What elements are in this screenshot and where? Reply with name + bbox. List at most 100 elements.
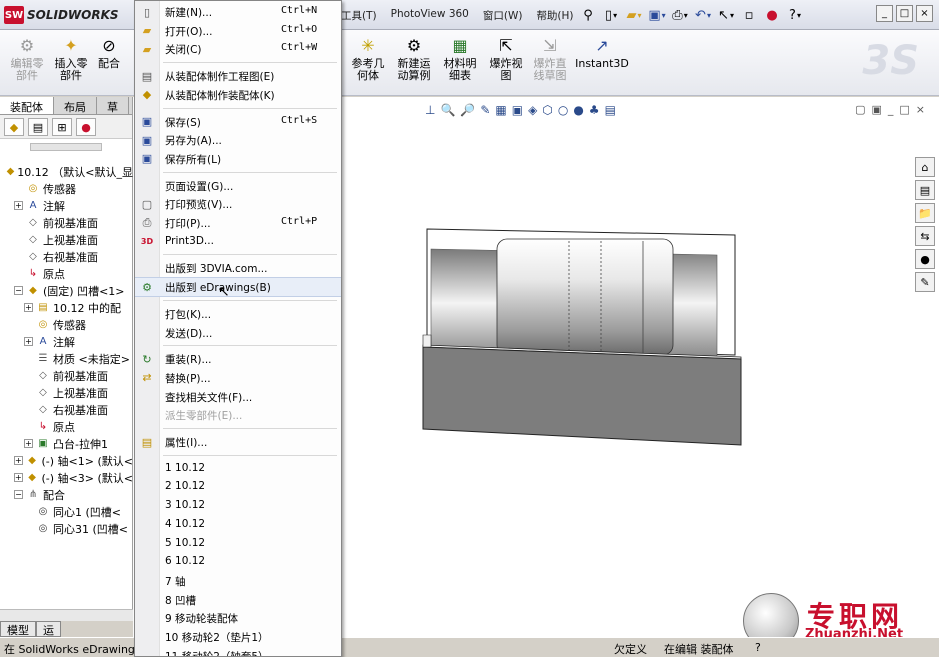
tab-assembly[interactable]: 装配体: [0, 97, 54, 114]
instant3d-button[interactable]: ↗ Instant3D: [574, 36, 630, 70]
task-pane-tab-icon[interactable]: 📁: [915, 203, 935, 223]
menu-item-3[interactable]: 帮助(H): [531, 6, 578, 25]
tree-item[interactable]: ◇ 右视基准面: [0, 401, 133, 418]
expand-toggle[interactable]: −: [14, 490, 23, 499]
tree-item[interactable]: + ▤ 10.12 中的配: [0, 299, 133, 316]
expand-toggle[interactable]: −: [14, 286, 23, 295]
viewport-window-icon[interactable]: ×: [916, 103, 925, 116]
expand-toggle[interactable]: +: [14, 201, 23, 210]
file-menu-item[interactable]: ⎙ 打印(P)... Ctrl+P: [135, 214, 341, 232]
tree-item[interactable]: ◎ 传感器: [0, 180, 133, 197]
fm-filter-bar[interactable]: [30, 143, 102, 151]
expand-toggle[interactable]: +: [24, 303, 33, 312]
menu-item-2[interactable]: 窗口(W): [478, 6, 528, 25]
file-menu-item[interactable]: 发送(D)...: [135, 324, 341, 342]
file-menu-item[interactable]: 7 轴: [135, 572, 341, 590]
tree-item[interactable]: ◎ 同心31 (凹槽<: [0, 520, 133, 537]
new-motion-study-button[interactable]: ⚙ 新建运 动算例: [392, 36, 436, 82]
tree-item[interactable]: ◇ 右视基准面: [0, 248, 133, 265]
viewport-window-icon[interactable]: ▣: [871, 103, 881, 116]
file-menu-item[interactable]: ↻ 重装(R)...: [135, 350, 341, 368]
explode-line-sketch-button[interactable]: ⇲ 爆炸直 线草图: [528, 36, 572, 82]
file-menu-item[interactable]: 2 10.12: [135, 478, 341, 496]
file-menu-item[interactable]: 3 10.12: [135, 497, 341, 515]
tree-item[interactable]: ◇ 前视基准面: [0, 367, 133, 384]
tree-item[interactable]: ◎ 同心1 (凹槽<: [0, 503, 133, 520]
menu-item-0[interactable]: 工具(T): [336, 6, 382, 25]
horizontal-scrollbar[interactable]: [0, 609, 133, 621]
select-filter-icon[interactable]: ▫: [739, 5, 759, 25]
file-menu-item[interactable]: 打包(K)...: [135, 305, 341, 323]
file-menu-item[interactable]: ◆ 从装配体制作装配体(K): [135, 86, 341, 104]
view-tool-icon[interactable]: ◈: [528, 103, 537, 117]
print-icon[interactable]: ⎙: [670, 5, 690, 25]
pin-icon[interactable]: ⚲: [578, 5, 598, 25]
assembly-model[interactable]: [417, 217, 747, 447]
view-tool-icon[interactable]: ✎: [480, 103, 490, 117]
select-arrow-icon[interactable]: ↖: [716, 5, 736, 25]
tab-motion[interactable]: 运: [36, 621, 61, 637]
file-menu-item[interactable]: 查找相关文件(F)...: [135, 388, 341, 406]
config-manager-icon[interactable]: ⊞: [52, 118, 72, 136]
file-menu-item[interactable]: 4 10.12: [135, 516, 341, 534]
help-icon[interactable]: ?: [785, 5, 805, 25]
task-pane-tab-icon[interactable]: ✎: [915, 272, 935, 292]
tree-item[interactable]: + ◆ (-) 轴<3> (默认<: [0, 469, 133, 486]
file-menu-item[interactable]: ▢ 打印预览(V)...: [135, 195, 341, 213]
file-menu-item[interactable]: 10 移动轮2（垫片1）: [135, 628, 341, 646]
feature-manager-icon[interactable]: ◆: [4, 118, 24, 136]
file-menu-item[interactable]: ▣ 保存所有(L): [135, 150, 341, 168]
solidworks-logo[interactable]: SW SOLIDWORKS: [4, 5, 130, 25]
view-tool-icon[interactable]: ○: [558, 103, 568, 117]
expand-toggle[interactable]: +: [24, 439, 33, 448]
file-menu-item[interactable]: ⇄ 替换(P)...: [135, 369, 341, 387]
file-menu-item[interactable]: 3D Print3D...: [135, 233, 341, 251]
file-menu-item[interactable]: 5 10.12: [135, 535, 341, 553]
new-doc-icon[interactable]: ▯: [601, 5, 621, 25]
tree-item[interactable]: + A 注解: [0, 333, 133, 350]
maximize-button[interactable]: □: [896, 5, 913, 22]
file-menu-item[interactable]: 8 凹槽: [135, 591, 341, 609]
undo-icon[interactable]: ↶: [693, 5, 713, 25]
appearance-manager-icon[interactable]: ●: [76, 118, 96, 136]
file-menu-item[interactable]: ▣ 另存为(A)...: [135, 131, 341, 149]
viewport-window-icon[interactable]: □: [899, 103, 909, 116]
rebuild-traffic-light-icon[interactable]: ●: [762, 5, 782, 25]
insert-component-button[interactable]: ✦ 插入零 部件: [50, 36, 92, 82]
file-menu-item[interactable]: 6 10.12: [135, 553, 341, 571]
tree-item[interactable]: ◇ 上视基准面: [0, 231, 133, 248]
tree-item[interactable]: + ◆ (-) 轴<1> (默认<: [0, 452, 133, 469]
file-menu-item[interactable]: 11 移动轮2（轴套5）: [135, 647, 341, 656]
bill-of-materials-button[interactable]: ▦ 材料明 细表: [438, 36, 482, 82]
file-menu-item[interactable]: ▤ 属性(I)...: [135, 433, 341, 451]
view-tool-icon[interactable]: ●: [573, 103, 583, 117]
open-folder-icon[interactable]: ▰: [624, 5, 644, 25]
save-icon[interactable]: ▣: [647, 5, 667, 25]
tree-item[interactable]: ↳ 原点: [0, 418, 133, 435]
view-tool-icon[interactable]: ⊥: [425, 103, 435, 117]
mate-button[interactable]: ⊘ 配合: [94, 36, 124, 70]
viewport-window-icon[interactable]: ▢: [855, 103, 865, 116]
tree-item[interactable]: ◎ 传感器: [0, 316, 133, 333]
view-tool-icon[interactable]: ♣: [589, 103, 600, 117]
task-pane-tab-icon[interactable]: ⇆: [915, 226, 935, 246]
tree-item[interactable]: + A 注解: [0, 197, 133, 214]
file-menu-item[interactable]: ▣ 保存(S) Ctrl+S: [135, 113, 341, 131]
file-menu-item[interactable]: 出版到 3DVIA.com...: [135, 259, 341, 277]
tree-item[interactable]: ◇ 上视基准面: [0, 384, 133, 401]
file-menu-item[interactable]: ⚙ 出版到 eDrawings(B): [135, 277, 341, 298]
viewport-window-icon[interactable]: _: [888, 103, 894, 116]
file-menu-item[interactable]: ▤ 从装配体制作工程图(E): [135, 67, 341, 85]
status-help-icon[interactable]: ?: [755, 641, 761, 654]
view-tool-icon[interactable]: ⬡: [542, 103, 552, 117]
file-menu-item[interactable]: ▰ 关闭(C) Ctrl+W: [135, 40, 341, 58]
view-tool-icon[interactable]: 🔎: [460, 103, 475, 117]
task-pane-tab-icon[interactable]: ●: [915, 249, 935, 269]
tab-layout[interactable]: 布局: [54, 97, 97, 114]
file-menu-item[interactable]: 1 10.12: [135, 460, 341, 478]
edit-component-button[interactable]: ⚙ 编辑零 部件: [6, 36, 48, 82]
view-tool-icon[interactable]: ▣: [512, 103, 523, 117]
file-menu-item[interactable]: ▰ 打开(O)... Ctrl+O: [135, 22, 341, 40]
task-pane-tab-icon[interactable]: ⌂: [915, 157, 935, 177]
task-pane-tab-icon[interactable]: ▤: [915, 180, 935, 200]
